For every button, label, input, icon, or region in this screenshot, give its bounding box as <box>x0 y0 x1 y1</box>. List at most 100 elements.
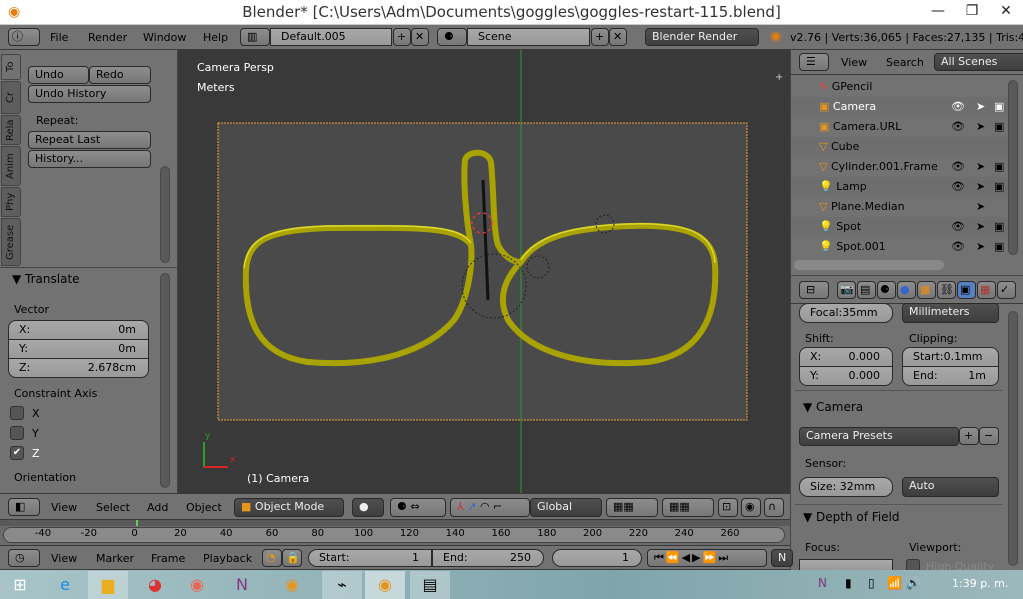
outliner-item-cube[interactable]: ▽ Cube <box>791 137 1014 157</box>
tab-relations[interactable]: Rela <box>1 115 21 145</box>
constraints-tab-icon[interactable]: ⛓ <box>937 281 956 299</box>
view3d-menu-object[interactable]: Object <box>186 501 222 514</box>
clock[interactable]: 1:39 p. m. <box>952 577 1008 590</box>
undo-history-button[interactable]: Undo History <box>28 85 151 103</box>
firefox-icon[interactable]: ◉ <box>177 571 217 599</box>
outliner-filter-select[interactable]: All Scenes <box>934 53 1023 71</box>
screen-layout-icon[interactable]: ▥ <box>240 28 270 46</box>
world-tab-icon[interactable]: ● <box>897 281 916 299</box>
eye-icon[interactable]: 👁 <box>951 97 965 117</box>
tab-grease-pencil[interactable]: Grease <box>1 218 21 266</box>
proportional-edit-icon[interactable]: ◉ <box>741 498 761 517</box>
texture-tab-icon[interactable]: ▦ <box>977 281 996 299</box>
layers-group-1[interactable]: ▦▦ <box>606 498 658 517</box>
outliner-item-camera[interactable]: ▣ Camera 👁 ➤ ▣ <box>791 97 1014 117</box>
outliner-menu-view[interactable]: View <box>841 56 867 69</box>
timeline-menu-view[interactable]: View <box>51 552 77 565</box>
lock-icon[interactable]: 🔒 <box>282 549 302 567</box>
preview-range-icon[interactable]: ◔ <box>262 549 282 567</box>
properties-scrollbar[interactable] <box>1008 311 1018 566</box>
scene-icon[interactable]: ⚈ <box>437 28 467 46</box>
blender-taskbar-icon[interactable]: ◉ <box>272 571 312 599</box>
edge-browser-icon[interactable]: e <box>45 571 85 599</box>
sensor-fit-select[interactable]: Auto <box>902 477 999 497</box>
transform-orientation-select[interactable]: Global <box>530 498 602 517</box>
render-icon[interactable]: ▣ <box>994 97 1004 117</box>
tab-tools[interactable]: To <box>1 54 21 80</box>
close-button[interactable]: ✕ <box>989 0 1023 25</box>
render-icon[interactable]: ▣ <box>994 117 1004 137</box>
outliner-item-gpencil[interactable]: ✎ GPencil <box>791 77 1014 97</box>
outliner-editor-type-button[interactable]: ☰ <box>799 53 829 71</box>
remove-scene-button[interactable]: ✕ <box>609 28 627 46</box>
shift-x-field[interactable]: X: 0.000 <box>799 347 893 367</box>
onenote-icon[interactable]: N <box>222 571 262 599</box>
render-icon[interactable]: ▣ <box>994 237 1004 257</box>
volume-tray-icon[interactable]: 🔊 <box>906 576 921 590</box>
operator-scrollbar[interactable] <box>160 273 170 488</box>
menu-file[interactable]: File <box>50 31 68 44</box>
clip-end-field[interactable]: End: 1m <box>902 366 999 386</box>
blender-active-taskbar-icon[interactable]: ◉ <box>365 571 405 599</box>
constraint-x-checkbox[interactable] <box>10 406 24 420</box>
outliner-item-plane-median[interactable]: ▽ Plane.Median ➤ <box>791 197 1014 217</box>
start-button-icon[interactable]: ⊞ <box>0 571 40 599</box>
remove-preset-button[interactable]: − <box>979 427 999 445</box>
remove-layout-button[interactable]: ✕ <box>411 28 429 46</box>
render-layers-tab-icon[interactable]: ▤ <box>857 281 876 299</box>
minimize-button[interactable]: — <box>921 0 955 25</box>
editor-type-timeline-button[interactable]: ◷ <box>8 549 40 567</box>
timeline-menu-frame[interactable]: Frame <box>151 552 185 565</box>
render-icon[interactable]: ▣ <box>994 177 1004 197</box>
select-arrow-icon[interactable]: ➤ <box>976 237 985 257</box>
onenote-tray-icon[interactable]: N <box>818 576 827 590</box>
render-icon[interactable]: ▣ <box>994 157 1004 177</box>
tab-create[interactable]: Cr <box>1 81 21 114</box>
lens-unit-select[interactable]: Millimeters <box>902 303 999 323</box>
constraint-z-checkbox[interactable]: ✔ <box>10 446 24 460</box>
dof-panel-header[interactable]: ▼ Depth of Field <box>803 510 900 524</box>
outliner-menu-search[interactable]: Search <box>886 56 924 69</box>
view3d-menu-add[interactable]: Add <box>147 501 168 514</box>
select-arrow-icon[interactable]: ➤ <box>976 197 985 217</box>
start-frame-field[interactable]: Start: 1 <box>308 549 432 567</box>
add-scene-button[interactable]: + <box>591 28 609 46</box>
repeat-last-button[interactable]: Repeat Last <box>28 131 151 149</box>
eye-icon[interactable]: 👁 <box>951 117 965 137</box>
shift-y-field[interactable]: Y: 0.000 <box>799 366 893 386</box>
camera-data-tab-icon[interactable]: ▣ <box>957 281 976 299</box>
tab-physics[interactable]: Phy <box>1 187 21 217</box>
scene-tab-icon[interactable]: ⚈ <box>877 281 896 299</box>
outliner-vscrollbar[interactable] <box>1008 80 1018 255</box>
render-tab-icon[interactable]: 📷 <box>837 281 856 299</box>
constraint-y-checkbox[interactable] <box>10 426 24 440</box>
playback-controls[interactable]: ⏮⏪◀▶⏩⏭ <box>647 549 767 567</box>
focal-length-field[interactable]: Focal:35mm <box>799 303 893 323</box>
power-tray-icon[interactable]: ▯ <box>868 576 875 590</box>
current-frame-field[interactable]: 1 <box>552 549 642 567</box>
lock-camera-icon[interactable]: ⊡ <box>718 498 738 517</box>
view3d-menu-select[interactable]: Select <box>96 501 130 514</box>
render-icon[interactable]: ▣ <box>994 217 1004 237</box>
manipulator-buttons[interactable]: ⅄ ↗ ◠ ⌐ <box>450 498 530 517</box>
system-monitor-icon[interactable]: ⌁ <box>322 571 362 599</box>
outliner-item-spot[interactable]: 💡 Spot 👁 ➤ ▣ <box>791 217 1014 237</box>
timeline-menu-playback[interactable]: Playback <box>203 552 252 565</box>
outliner-item-camera-url[interactable]: ▣ Camera.URL 👁 ➤ ▣ <box>791 117 1014 137</box>
network-tray-icon[interactable]: 📶 <box>887 576 902 590</box>
properties-editor-type-button[interactable]: ⊟ <box>799 281 829 299</box>
timeline-area[interactable]: -40 -20 0 20 40 60 80 100 120 140 160 180 200 220 240 2… <box>0 520 790 545</box>
tools-scrollbar[interactable] <box>160 166 170 263</box>
view3d-menu-view[interactable]: View <box>51 501 77 514</box>
select-arrow-icon[interactable]: ➤ <box>976 177 985 197</box>
eye-icon[interactable]: 👁 <box>951 237 965 257</box>
screen-layout-field[interactable]: Default.005 <box>270 28 392 46</box>
viewport-shading-select[interactable]: ● <box>352 498 384 517</box>
file-explorer-icon[interactable]: ▆ <box>88 571 128 599</box>
add-preset-button[interactable]: + <box>959 427 979 445</box>
3d-viewport[interactable]: Camera Persp Meters + y x (1) Camera <box>178 50 790 493</box>
clip-start-field[interactable]: Start:0.1mm <box>902 347 999 367</box>
history-button[interactable]: History... <box>28 150 151 168</box>
tab-animation[interactable]: Anim <box>1 146 21 186</box>
physics-tab-icon[interactable]: ✓ <box>997 281 1016 299</box>
